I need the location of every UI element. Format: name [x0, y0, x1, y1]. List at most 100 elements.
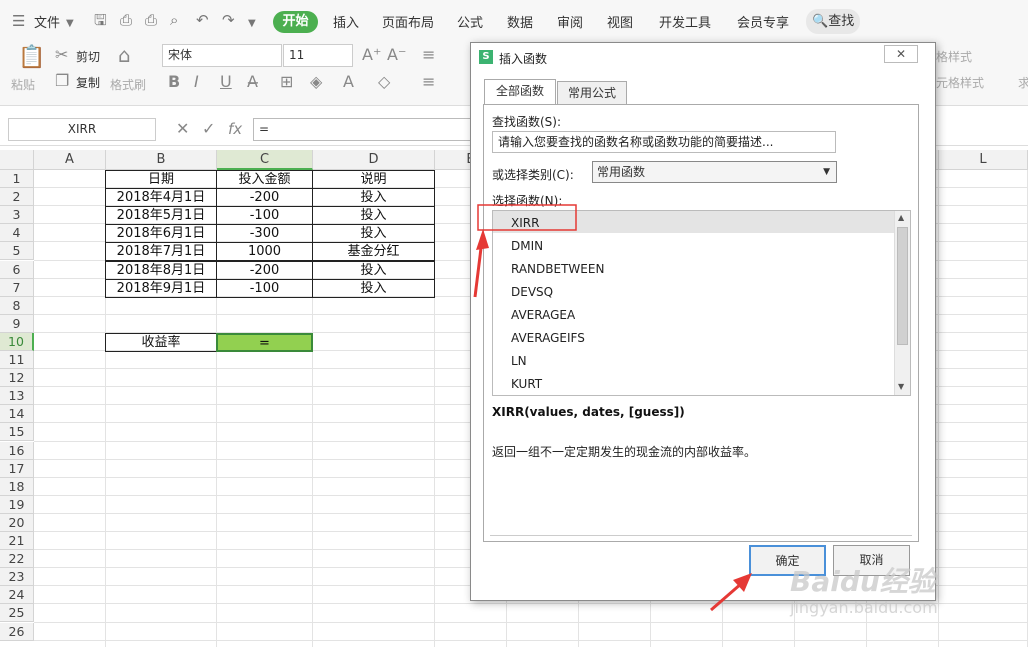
scrollbar[interactable]: ▲ ▼ — [894, 211, 910, 395]
font-name-select[interactable]: 宋体 — [162, 44, 282, 67]
table-cell[interactable]: -200 — [216, 260, 313, 280]
row-header-2[interactable]: 2 — [0, 188, 34, 207]
row-header-9[interactable]: 9 — [0, 314, 34, 333]
table-cell[interactable]: 投入 — [312, 206, 435, 226]
row-header-20[interactable]: 20 — [0, 513, 34, 532]
row-header-18[interactable]: 18 — [0, 477, 34, 496]
close-icon[interactable]: ✕ — [884, 45, 918, 63]
paste-icon[interactable]: 📋 — [18, 46, 45, 70]
category-select[interactable]: 常用函数 ▼ — [592, 161, 837, 183]
table-header-cell[interactable]: 日期 — [105, 170, 217, 189]
tab-start[interactable]: 开始 — [273, 11, 318, 33]
tab-all-functions[interactable]: 全部函数 — [484, 79, 556, 105]
tab-developer[interactable]: 开发工具 — [659, 12, 711, 31]
font-color-icon[interactable]: A — [343, 73, 354, 91]
function-item-ln[interactable]: LN — [511, 352, 527, 370]
align-top-icon[interactable]: ≡ — [422, 46, 435, 64]
scroll-up-icon[interactable]: ▲ — [898, 213, 904, 222]
column-header-d[interactable]: D — [313, 150, 435, 170]
row-header-10[interactable]: 10 — [0, 332, 34, 351]
table-cell[interactable]: 投入 — [312, 188, 435, 208]
row-header-4[interactable]: 4 — [0, 224, 34, 243]
tab-formulas[interactable]: 公式 — [457, 12, 483, 31]
row-header-14[interactable]: 14 — [0, 405, 34, 424]
function-item-kurt[interactable]: KURT — [511, 375, 542, 393]
table-cell[interactable]: 2018年5月1日 — [105, 206, 217, 226]
table-header-cell[interactable]: 投入金额 — [216, 170, 313, 189]
row-header-11[interactable]: 11 — [0, 351, 34, 369]
export-pdf-icon[interactable]: ⎙ — [120, 12, 132, 28]
find-button[interactable]: 求 — [1018, 74, 1028, 91]
function-item-averagea[interactable]: AVERAGEA — [511, 306, 575, 324]
function-item-randbetween[interactable]: RANDBETWEEN — [511, 260, 604, 278]
row-header-7[interactable]: 7 — [0, 278, 34, 297]
column-header-l[interactable]: L — [939, 150, 1028, 170]
row-header-12[interactable]: 12 — [0, 369, 34, 388]
row-header-8[interactable]: 8 — [0, 296, 34, 315]
underline-icon[interactable]: U — [220, 73, 232, 91]
file-menu[interactable]: 文件 — [34, 12, 60, 31]
table-cell[interactable]: 2018年4月1日 — [105, 188, 217, 208]
table-cell[interactable]: 2018年9月1日 — [105, 278, 217, 298]
hamburger-icon[interactable]: ☰ — [12, 13, 25, 29]
save-icon[interactable]: 🖫 — [94, 12, 107, 28]
scissors-icon[interactable]: ✂ — [55, 46, 68, 64]
clear-format-icon[interactable]: ◇ — [378, 73, 390, 91]
table-cell[interactable]: -100 — [216, 278, 313, 298]
bold-icon[interactable]: B — [168, 73, 180, 91]
fill-color-icon[interactable]: ◈ — [310, 73, 322, 91]
tab-common-formulas[interactable]: 常用公式 — [557, 81, 627, 105]
table-cell[interactable]: -100 — [216, 206, 313, 226]
cell-style-button[interactable]: 格样式 — [936, 48, 972, 65]
print-preview-icon[interactable]: ⌕ — [170, 12, 178, 28]
select-all-corner[interactable] — [0, 150, 34, 170]
row-header-15[interactable]: 15 — [0, 423, 34, 442]
row-header-16[interactable]: 16 — [0, 441, 34, 460]
tab-data[interactable]: 数据 — [507, 12, 533, 31]
tab-review[interactable]: 审阅 — [557, 12, 583, 31]
row-header-22[interactable]: 22 — [0, 550, 34, 569]
column-header-b[interactable]: B — [106, 150, 217, 170]
table-cell[interactable]: -200 — [216, 188, 313, 208]
print-icon[interactable]: ⎙ — [145, 12, 157, 28]
name-box[interactable]: XIRR — [8, 118, 156, 141]
table-cell[interactable]: 投入 — [312, 224, 435, 244]
table-header-cell[interactable]: 说明 — [312, 170, 435, 189]
font-size-select[interactable]: 11 — [283, 44, 353, 67]
table-cell[interactable]: 2018年8月1日 — [105, 260, 217, 280]
tab-insert[interactable]: 插入 — [333, 12, 359, 31]
table-cell[interactable]: 1000 — [216, 242, 313, 262]
confirm-icon[interactable]: ✓ — [202, 120, 215, 138]
tab-page-layout[interactable]: 页面布局 — [382, 12, 434, 31]
row-header-13[interactable]: 13 — [0, 387, 34, 406]
table-cell[interactable]: 投入 — [312, 278, 435, 298]
row-header-24[interactable]: 24 — [0, 586, 34, 605]
column-header-c[interactable]: C — [217, 150, 313, 170]
function-item-xirr[interactable]: XIRR — [511, 214, 539, 232]
cut-button[interactable]: 剪切 — [76, 48, 100, 65]
table-cell[interactable]: 投入 — [312, 260, 435, 280]
format-painter-button[interactable]: 格式刷 — [110, 76, 146, 93]
cancel-icon[interactable]: ✕ — [176, 120, 189, 138]
row-header-21[interactable]: 21 — [0, 532, 34, 550]
border-icon[interactable]: ⊞ — [280, 73, 293, 91]
row-header-17[interactable]: 17 — [0, 459, 34, 478]
row-header-6[interactable]: 6 — [0, 260, 34, 279]
row-header-3[interactable]: 3 — [0, 206, 34, 225]
search-button[interactable]: 🔍查找 — [806, 9, 860, 34]
tab-view[interactable]: 视图 — [607, 12, 633, 31]
table-cell[interactable]: 2018年7月1日 — [105, 242, 217, 262]
table-cell[interactable]: -300 — [216, 224, 313, 244]
function-search-input[interactable]: 请输入您要查找的函数名称或函数功能的简要描述... — [492, 131, 836, 153]
redo-icon[interactable]: ↷ — [222, 12, 235, 28]
function-item-dmin[interactable]: DMIN — [511, 237, 543, 255]
decrease-font-icon[interactable]: A⁻ — [387, 46, 406, 64]
scrollbar-thumb[interactable] — [897, 227, 908, 345]
chevron-down-icon[interactable]: ▼ — [66, 16, 74, 32]
row-header-5[interactable]: 5 — [0, 242, 34, 261]
table-cell[interactable]: 2018年6月1日 — [105, 224, 217, 244]
row-header-23[interactable]: 23 — [0, 568, 34, 587]
increase-font-icon[interactable]: A⁺ — [362, 46, 381, 64]
format-painter-icon[interactable]: ⌂ — [118, 44, 131, 66]
row-header-26[interactable]: 26 — [0, 622, 34, 641]
